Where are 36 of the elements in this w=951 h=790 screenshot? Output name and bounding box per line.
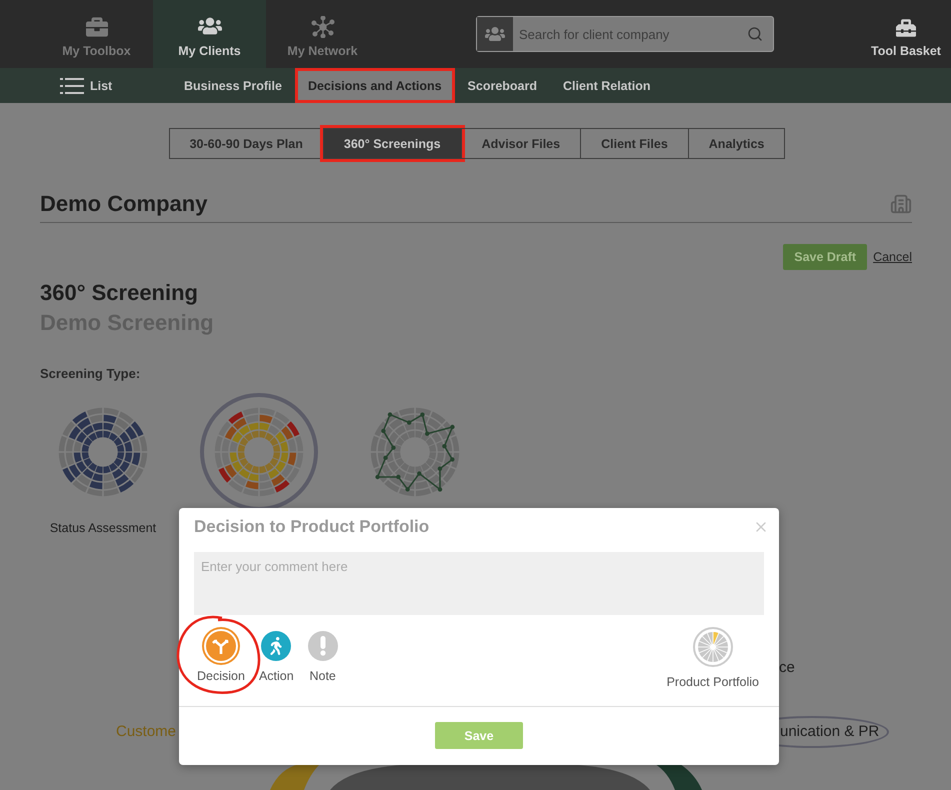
cancel-link[interactable]: Cancel	[873, 250, 912, 264]
screening-type-name: Status Assessment	[50, 521, 156, 535]
company-name: Demo Company	[40, 191, 208, 217]
type-option[interactable]: Decision	[197, 627, 245, 683]
nav-tab[interactable]: My Clients	[153, 0, 266, 68]
list-button[interactable]: List	[60, 78, 171, 94]
target-label: Product Portfolio	[666, 675, 759, 689]
fork-arrows-icon	[212, 637, 230, 655]
sub-nav-tab[interactable]: Scoreboard	[454, 68, 550, 103]
type-option[interactable]: Action	[258, 627, 294, 683]
sub-nav-tab[interactable]: Decisions and Actions	[294, 68, 455, 103]
toolbox-icon	[896, 18, 916, 38]
briefcase-icon	[86, 16, 108, 38]
exclamation-icon	[320, 636, 326, 656]
wheel-label: unication & PR	[780, 723, 880, 740]
wheel-label: Custome	[116, 723, 176, 740]
screening-type-label: Screening Type:	[40, 366, 142, 381]
search-icon[interactable]	[747, 26, 763, 42]
tab[interactable]: Analytics	[688, 128, 786, 159]
search-field[interactable]: Search for client company	[513, 26, 747, 42]
wheel-label: ce	[779, 659, 795, 676]
radar-chart-icon	[692, 627, 733, 667]
dialog-title: Decision to Product Portfolio	[194, 517, 430, 537]
screening-title: 360° Screening	[40, 280, 199, 306]
building-icon	[890, 193, 912, 215]
tool-basket-button[interactable]: Tool Basket	[861, 0, 951, 68]
comment-field[interactable]: Enter your comment here	[194, 552, 764, 615]
sub-nav-tab[interactable]: Client Relation	[550, 68, 664, 103]
network-icon	[310, 16, 334, 38]
users-icon	[485, 24, 505, 44]
search-bar[interactable]: Search for client company	[476, 16, 774, 52]
list-icon	[60, 78, 84, 94]
tab[interactable]: 360° Screenings	[322, 128, 462, 159]
sub-nav-tab[interactable]: Business Profile	[171, 68, 295, 103]
tab[interactable]: Client Files	[580, 128, 689, 159]
tab[interactable]: Advisor Files	[460, 128, 582, 159]
